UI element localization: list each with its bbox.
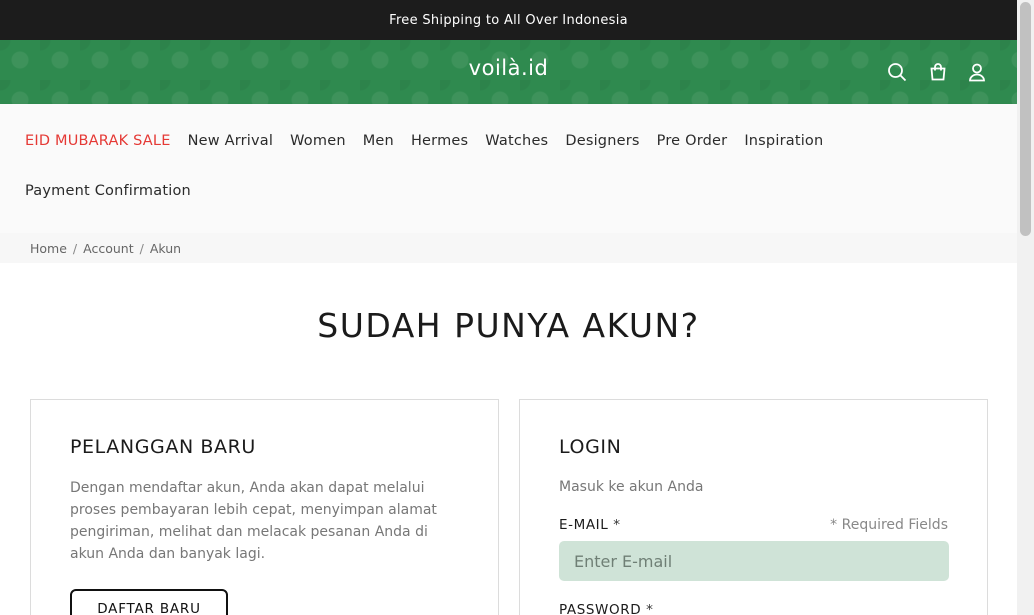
email-field[interactable] [559,541,949,581]
password-label: PASSWORD * [559,602,653,615]
nav-item-designers[interactable]: Designers [565,133,639,149]
breadcrumb-account[interactable]: Account [83,241,133,256]
email-label: E-MAIL * [559,517,621,533]
new-customer-title: PELANGGAN BARU [70,436,256,458]
nav-item-new-arrival[interactable]: New Arrival [188,133,274,149]
nav-item-men[interactable]: Men [363,133,394,149]
breadcrumb: Home / Account / Akun [0,233,1017,263]
page-title: SUDAH PUNYA AKUN? [317,306,700,345]
nav-item-women[interactable]: Women [290,133,346,149]
nav-row: EID MUBARAK SALE New Arrival Women Men H… [25,133,823,149]
new-customer-description: Dengan mendaftar akun, Anda akan dapat m… [70,480,437,562]
email-label-text: E-MAIL [559,517,609,533]
breadcrumb-current: Akun [149,240,182,256]
login-subtitle: Masuk ke akun Anda [559,479,704,495]
site-header: voilà.id [0,40,1017,104]
nav-row: Payment Confirmation [25,183,191,199]
site-logo[interactable]: voilà.id [0,56,1017,80]
nav-item-watches[interactable]: Watches [485,133,548,149]
nav-item-inspiration[interactable]: Inspiration [744,133,823,149]
breadcrumb-home[interactable]: Home [30,241,67,256]
page-scrollbar[interactable] [1017,0,1034,615]
new-customer-panel: PELANGGAN BARU Dengan mendaftar akun, An… [30,399,499,615]
main-navigation: EID MUBARAK SALE New Arrival Women Men H… [0,104,1017,233]
login-panel: LOGIN Masuk ke akun Anda E-MAIL * * Requ… [519,399,988,615]
nav-item-pre-order[interactable]: Pre Order [657,133,728,149]
breadcrumb-separator: / [72,240,78,256]
required-star: * [646,602,654,615]
search-icon[interactable] [886,61,908,83]
scrollbar-thumb[interactable] [1020,2,1031,236]
nav-item-payment-confirmation[interactable]: Payment Confirmation [25,183,191,199]
password-label-text: PASSWORD [559,602,642,615]
nav-item-eid-sale[interactable]: EID MUBARAK SALE [25,133,171,149]
required-star: * [613,517,621,533]
bag-icon[interactable] [927,61,949,83]
required-fields-note: * Required Fields [830,517,948,533]
register-button[interactable]: DAFTAR BARU [70,589,228,615]
breadcrumb-separator: / [139,240,144,256]
announcement-text: Free Shipping to All Over Indonesia [389,12,628,28]
nav-item-hermes[interactable]: Hermes [411,133,468,149]
login-title: LOGIN [559,436,622,458]
user-icon[interactable] [966,61,988,83]
announcement-bar: Free Shipping to All Over Indonesia [0,0,1017,40]
